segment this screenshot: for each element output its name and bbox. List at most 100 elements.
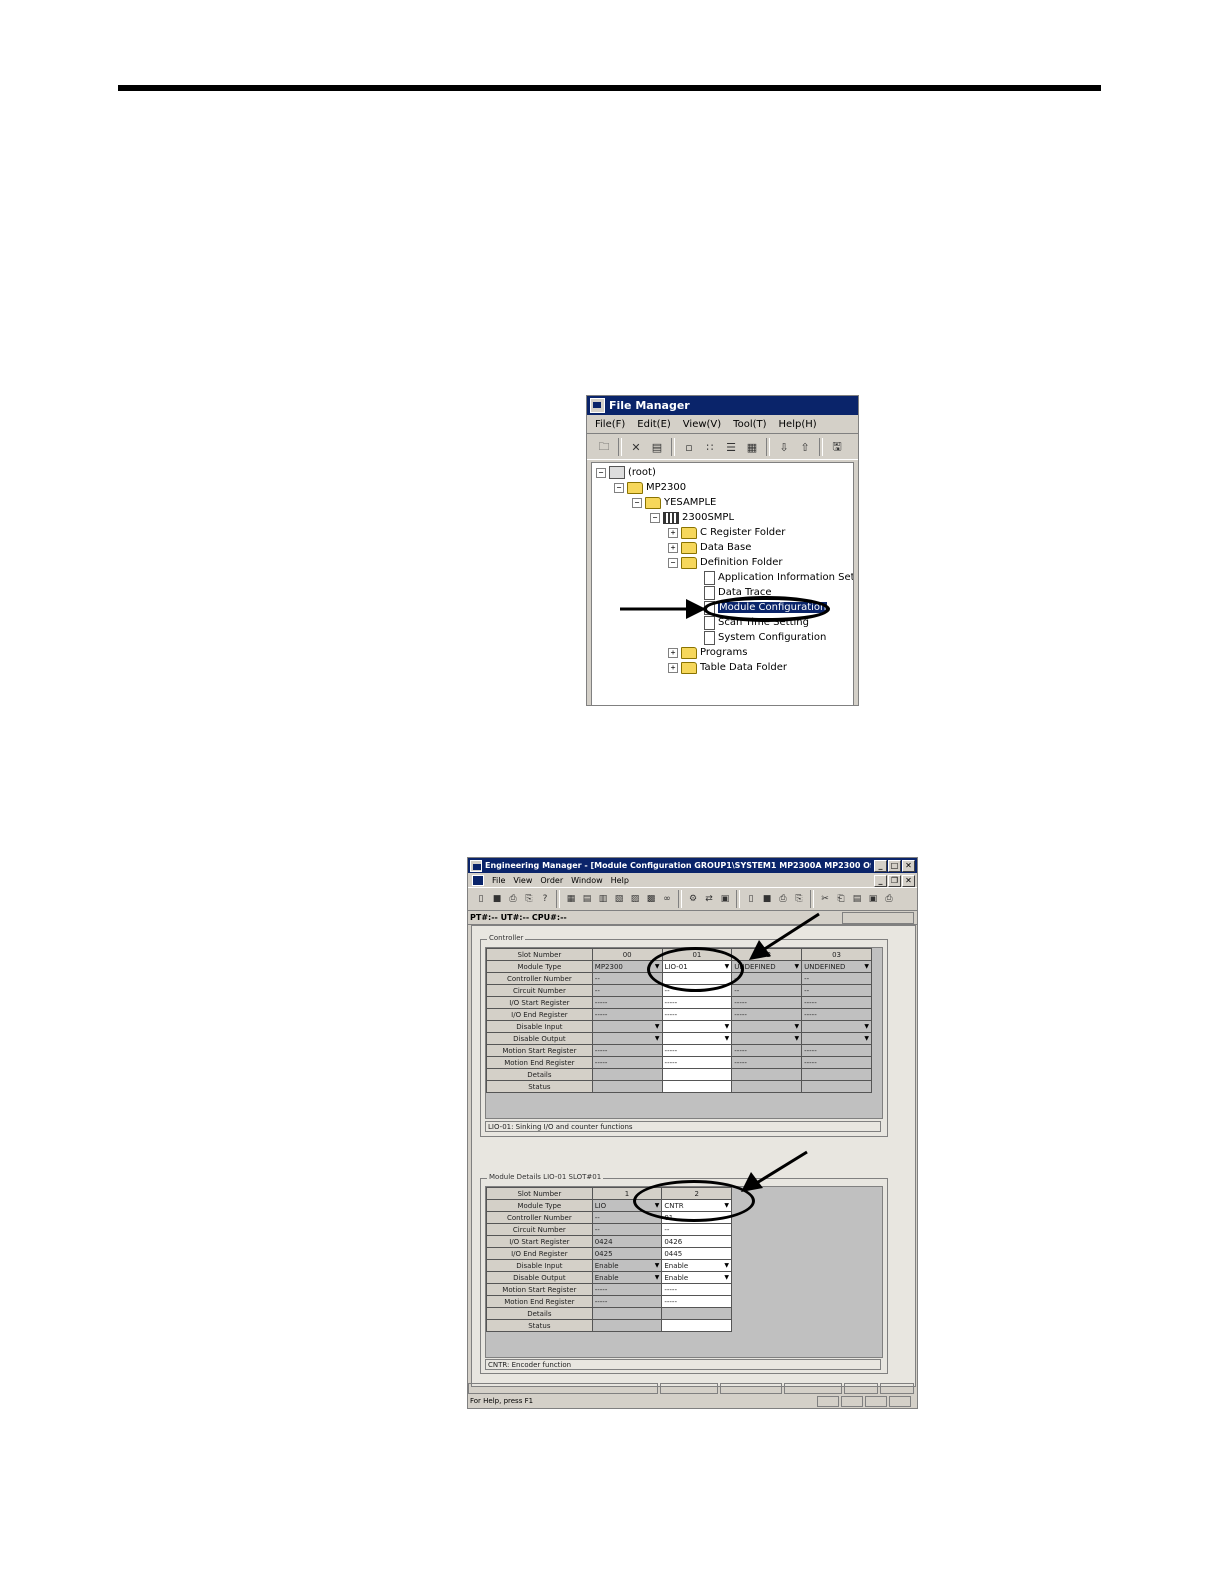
tree-node-table-data-folder[interactable]: + Table Data Folder <box>668 660 787 675</box>
dropdown-arrow-icon[interactable]: ▼ <box>655 1023 660 1030</box>
dropdown-arrow-icon[interactable]: ▼ <box>864 1035 869 1042</box>
table-cell[interactable]: 0445 <box>661 1247 732 1260</box>
disable-output-select[interactable]: ▼ <box>801 1032 872 1045</box>
paste-icon[interactable]: ⎗ <box>834 892 848 906</box>
print-preview-icon[interactable]: ⎙ <box>882 892 896 906</box>
table-cell[interactable]: 0426 <box>661 1235 732 1248</box>
module-tool-icon[interactable]: ▦ <box>564 892 578 906</box>
dropdown-arrow-icon[interactable]: ▼ <box>655 1262 660 1269</box>
child-close-icon[interactable]: ✕ <box>902 875 915 887</box>
details-cell[interactable] <box>591 1068 663 1081</box>
menu-tool[interactable]: Tool(T) <box>733 419 766 430</box>
cross-reference-icon[interactable]: ▧ <box>612 892 626 906</box>
register-tool-icon[interactable]: ▤ <box>580 892 594 906</box>
dropdown-arrow-icon[interactable]: ▼ <box>794 1023 799 1030</box>
menu-view[interactable]: View(V) <box>683 419 721 430</box>
save-icon[interactable]: 🖫 <box>828 438 846 456</box>
save-file-icon[interactable]: ▣ <box>866 892 880 906</box>
menu-help[interactable]: Help(H) <box>779 419 817 430</box>
large-icons-icon[interactable]: ▫ <box>680 438 698 456</box>
cut-icon[interactable]: ✂ <box>818 892 832 906</box>
details-view-icon[interactable]: ▦ <box>743 438 761 456</box>
expand-icon[interactable]: + <box>668 647 678 658</box>
collapse-icon[interactable]: − <box>632 497 642 508</box>
tree-node-programs[interactable]: + Programs <box>668 645 747 660</box>
tree-node-data-base[interactable]: + Data Base <box>668 540 751 555</box>
new-doc-icon[interactable]: ▯ <box>744 892 758 906</box>
collapse-icon[interactable]: − <box>614 482 624 493</box>
collapse-icon[interactable]: − <box>668 557 678 568</box>
disable-input-select[interactable]: ▼ <box>591 1020 663 1033</box>
child-minimize-icon[interactable]: _ <box>874 875 887 887</box>
small-icons-icon[interactable]: ∷ <box>701 438 719 456</box>
save-doc-icon[interactable]: ■ <box>760 892 774 906</box>
disable-input-select[interactable]: ▼ <box>661 1020 733 1033</box>
expand-icon[interactable]: + <box>668 527 678 538</box>
collapse-icon[interactable]: − <box>650 512 660 523</box>
details-cell[interactable] <box>591 1307 663 1320</box>
menu-view[interactable]: View <box>513 876 532 885</box>
table-cell[interactable]: ----- <box>661 1044 733 1057</box>
disable-output-select[interactable]: ▼ <box>591 1032 663 1045</box>
menu-edit[interactable]: Edit(E) <box>637 419 671 430</box>
menu-help[interactable]: Help <box>611 876 629 885</box>
up-folder-icon[interactable]: 🗀 <box>595 438 613 456</box>
expand-icon[interactable]: + <box>668 542 678 553</box>
child-restore-icon[interactable]: ❐ <box>888 875 901 887</box>
vertical-scrollbar[interactable] <box>853 462 858 705</box>
close-icon[interactable]: ✕ <box>902 859 915 872</box>
monitor-icon[interactable]: ▣ <box>718 892 732 906</box>
tree-node-mp2300[interactable]: − MP2300 <box>614 480 686 495</box>
disable-input-select[interactable]: ▼ <box>801 1020 872 1033</box>
transfer-icon[interactable]: ⇄ <box>702 892 716 906</box>
table-cell[interactable]: -- <box>661 1223 732 1236</box>
disable-output-select[interactable]: Enable ▼ <box>591 1271 663 1284</box>
new-icon[interactable]: ▯ <box>474 892 488 906</box>
properties-icon[interactable]: ▤ <box>648 438 666 456</box>
dropdown-arrow-icon[interactable]: ▼ <box>725 1035 730 1042</box>
disable-output-select[interactable]: ▼ <box>731 1032 803 1045</box>
save-icon[interactable]: ■ <box>490 892 504 906</box>
help-icon[interactable]: ? <box>538 892 552 906</box>
disable-output-select[interactable]: ▼ <box>661 1032 733 1045</box>
dropdown-arrow-icon[interactable]: ▼ <box>725 1023 730 1030</box>
minimize-icon[interactable]: _ <box>874 859 887 872</box>
search-tool-icon[interactable]: ▨ <box>628 892 642 906</box>
menu-file[interactable]: File <box>492 876 505 885</box>
copy-icon[interactable]: ⎘ <box>522 892 536 906</box>
tree-node-yesample[interactable]: − YESAMPLE <box>632 495 716 510</box>
tree-node-system-configuration[interactable]: System Configuration <box>704 630 826 645</box>
register-list-icon[interactable]: ▥ <box>596 892 610 906</box>
tree-node-application-information[interactable]: Application Information Settir <box>704 570 858 585</box>
document-menu-icon[interactable] <box>472 874 484 886</box>
table-cell[interactable]: ----- <box>661 1056 733 1069</box>
compare-icon[interactable]: ▩ <box>644 892 658 906</box>
print-icon[interactable]: ⎙ <box>506 892 520 906</box>
details-cell[interactable] <box>661 1307 732 1320</box>
details-cell[interactable] <box>661 1068 733 1081</box>
expand-icon[interactable]: + <box>668 662 678 673</box>
menu-file[interactable]: File(F) <box>595 419 625 430</box>
details-cell[interactable] <box>731 1068 803 1081</box>
dropdown-arrow-icon[interactable]: ▼ <box>864 963 869 970</box>
tree-node-2300smpl[interactable]: − 2300SMPL <box>650 510 734 525</box>
table-cell[interactable]: ----- <box>661 996 733 1009</box>
copy-doc-icon[interactable]: ⎘ <box>792 892 806 906</box>
list-view-icon[interactable]: ☰ <box>722 438 740 456</box>
tree-node-c-register-folder[interactable]: + C Register Folder <box>668 525 785 540</box>
dropdown-arrow-icon[interactable]: ▼ <box>655 1035 660 1042</box>
download-icon[interactable]: ⇩ <box>775 438 793 456</box>
link-icon[interactable]: ∞ <box>660 892 674 906</box>
menu-order[interactable]: Order <box>540 876 563 885</box>
menu-window[interactable]: Window <box>571 876 603 885</box>
tree-node-definition-folder[interactable]: − Definition Folder <box>668 555 783 570</box>
print-doc-icon[interactable]: ⎙ <box>776 892 790 906</box>
table-cell[interactable]: ----- <box>661 1008 733 1021</box>
paste-special-icon[interactable]: ▤ <box>850 892 864 906</box>
dropdown-arrow-icon[interactable]: ▼ <box>724 1262 729 1269</box>
settings-icon[interactable]: ⚙ <box>686 892 700 906</box>
dropdown-arrow-icon[interactable]: ▼ <box>794 1035 799 1042</box>
delete-icon[interactable]: ✕ <box>627 438 645 456</box>
collapse-icon[interactable]: − <box>596 467 606 478</box>
disable-input-select[interactable]: Enable ▼ <box>591 1259 663 1272</box>
